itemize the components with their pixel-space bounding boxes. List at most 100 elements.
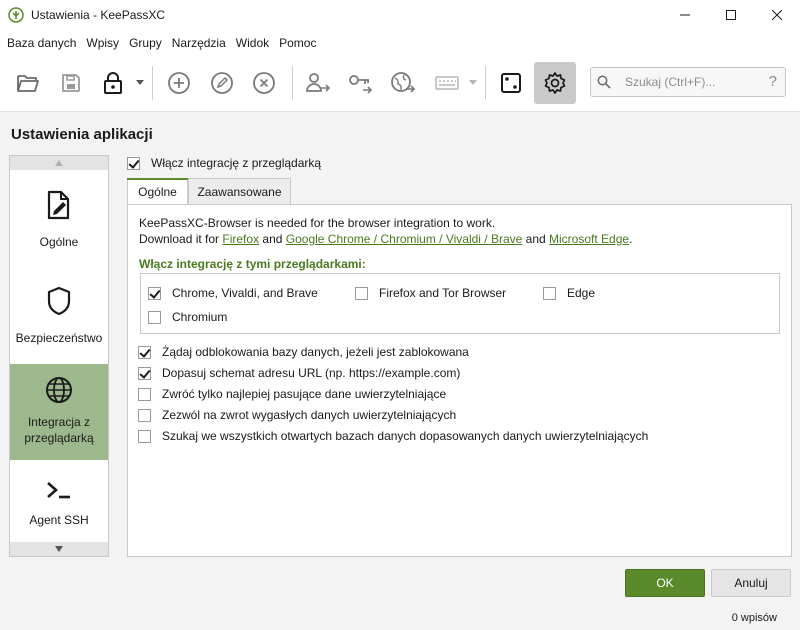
browser-firefox-checkbox[interactable] [355,286,368,300]
maximize-icon [726,10,736,20]
browser-chromium-row[interactable]: Chromium [148,310,227,324]
shield-icon [47,286,71,316]
category-browser-integration[interactable]: Integracja z przeglądarką [10,364,108,460]
lock-dropdown-button[interactable] [135,76,145,90]
add-entry-button[interactable] [160,64,198,102]
option-best-match-checkbox[interactable] [138,387,151,401]
title-bar: Ustawienia - KeePassXC [0,0,800,30]
enable-browser-integration-checkbox[interactable] [127,156,140,170]
window-title: Ustawienia - KeePassXC [31,8,166,22]
option-expired-credentials-checkbox[interactable] [138,408,151,422]
scroll-down-button[interactable] [10,542,108,556]
scroll-up-icon [55,160,63,166]
save-database-button[interactable] [52,64,90,102]
delete-entry-button[interactable] [245,64,283,102]
add-entry-icon [168,72,190,94]
close-icon [772,10,782,20]
copy-username-icon [306,73,331,92]
entry-count-status: 0 wpisów [731,612,777,624]
category-general-label: Ogólne [39,235,79,249]
auto-type-dropdown-button[interactable] [468,76,478,90]
settings-icon [544,72,566,94]
auto-type-button[interactable] [428,64,466,102]
option-match-url-scheme-checkbox[interactable] [138,366,151,380]
globe-icon [46,377,72,403]
option-unlock-database-row[interactable]: Żądaj odblokowania bazy danych, jeżeli j… [138,345,469,359]
browser-chromium-label: Chromium [172,310,228,324]
copy-username-button[interactable] [299,64,337,102]
info-and: and [522,232,550,246]
menu-help[interactable]: Pomoc [274,30,321,56]
settings-button[interactable] [534,62,576,104]
option-search-all-databases-row[interactable]: Szukaj we wszystkich otwartych bazach da… [138,429,648,443]
toolbar-divider [152,66,153,100]
terminal-icon [47,482,70,499]
menu-tools[interactable]: Narzędzia [167,30,231,56]
minimize-button[interactable] [662,0,708,30]
option-best-match-row[interactable]: Zwróć tylko najlepiej pasujące dane uwie… [138,387,446,401]
tab-advanced[interactable]: Zaawansowane [188,178,291,204]
copy-password-button[interactable] [341,64,379,102]
open-url-button[interactable] [384,64,422,102]
info-period: . [629,232,633,246]
option-search-all-databases-checkbox[interactable] [138,429,151,443]
option-best-match-label: Zwróć tylko najlepiej pasujące dane uwie… [162,387,447,401]
edit-entry-icon [211,72,233,94]
option-expired-credentials-label: Zezwól na zwrot wygasłych danych uwierzy… [162,408,457,422]
enable-browser-integration-label: Włącz integrację z przeglądarką [151,156,322,170]
copy-password-icon [349,75,373,94]
browser-chrome-row[interactable]: Chrome, Vivaldi, and Brave [148,286,318,300]
keepassxc-logo-icon [8,7,24,23]
browser-firefox-row[interactable]: Firefox and Tor Browser [355,286,506,300]
password-generator-button[interactable] [492,64,530,102]
browsers-group-box [140,273,780,334]
save-icon [62,74,80,92]
enable-browser-integration-row[interactable]: Włącz integrację z przeglądarką [127,156,321,170]
chevron-down-icon [469,80,477,85]
browser-chrome-label: Chrome, Vivaldi, and Brave [172,286,318,300]
tab-general[interactable]: Ogólne [127,178,188,205]
search-input[interactable] [625,68,753,96]
category-ssh-agent-label: Agent SSH [29,513,89,527]
menu-groups[interactable]: Grupy [124,30,167,56]
toolbar-divider [292,66,293,100]
lock-database-button[interactable] [94,64,132,102]
close-button[interactable] [754,0,800,30]
option-match-url-scheme-row[interactable]: Dopasuj schemat adresu URL (np. https://… [138,366,460,380]
menu-bar: Baza danych Wpisy Grupy Narzędzia Widok … [0,30,800,56]
category-general[interactable]: Ogólne [10,172,108,268]
maximize-button[interactable] [708,0,754,30]
auto-type-icon [435,76,459,90]
chrome-link[interactable]: Google Chrome / Chromium / Vivaldi / Bra… [286,232,523,246]
search-icon [597,75,611,89]
menu-view[interactable]: Widok [231,30,274,56]
browser-edge-checkbox[interactable] [543,286,556,300]
firefox-link[interactable]: Firefox [222,232,259,246]
scroll-down-icon [55,546,63,552]
ok-button[interactable]: OK [625,569,705,597]
option-unlock-database-checkbox[interactable] [138,345,151,359]
search-help-icon[interactable]: ? [769,73,777,90]
cancel-button[interactable]: Anuluj [711,569,791,597]
chevron-down-icon [136,80,144,85]
info-line-2: Download it for Firefox and Google Chrom… [139,232,632,246]
menu-database[interactable]: Baza danych [2,30,81,56]
folder-open-icon [17,75,39,92]
category-security[interactable]: Bezpieczeństwo [10,268,108,364]
password-generator-icon [501,73,521,93]
open-database-button[interactable] [9,64,47,102]
browser-chrome-checkbox[interactable] [148,286,161,300]
category-browser-integration-label: Integracja z przeglądarką [24,415,94,445]
delete-entry-icon [253,72,275,94]
edge-link[interactable]: Microsoft Edge [549,232,629,246]
browser-edge-row[interactable]: Edge [543,286,595,300]
option-expired-credentials-row[interactable]: Zezwól na zwrot wygasłych danych uwierzy… [138,408,456,422]
category-ssh-agent[interactable]: Agent SSH [10,460,108,540]
menu-entries[interactable]: Wpisy [81,30,124,56]
option-search-all-databases-label: Szukaj we wszystkich otwartych bazach da… [162,429,649,443]
option-match-url-scheme-label: Dopasuj schemat adresu URL (np. https://… [162,366,461,380]
category-security-label: Bezpieczeństwo [15,331,103,345]
edit-entry-button[interactable] [203,64,241,102]
browser-chromium-checkbox[interactable] [148,310,161,324]
scroll-up-button[interactable] [10,156,108,170]
